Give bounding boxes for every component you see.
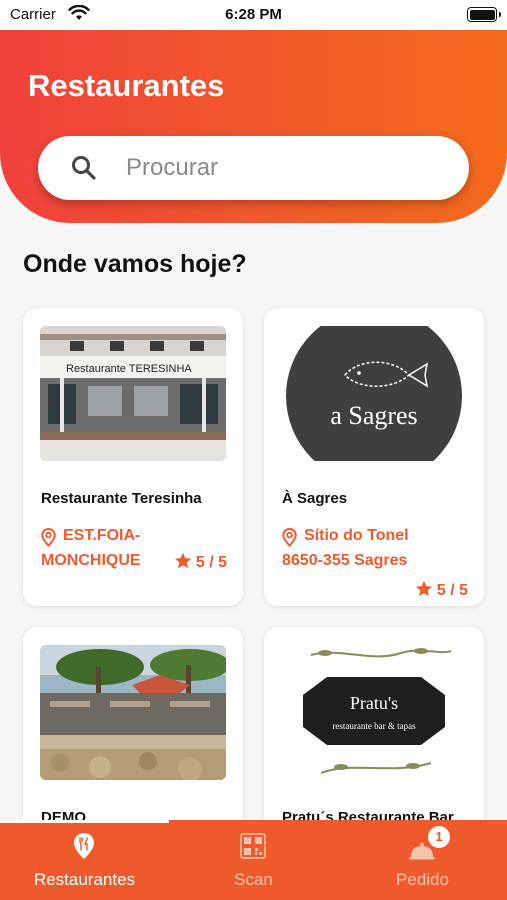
status-bar: Carrier 6:28 PM: [0, 0, 507, 30]
clock: 6:28 PM: [225, 6, 282, 23]
address-line-2: MONCHIQUE: [41, 552, 141, 569]
restaurant-card[interactable]: a Sagres À Sagres Sítio do Tonel 8650-35…: [264, 308, 484, 606]
tab-label: Scan: [234, 870, 273, 889]
tab-restaurantes[interactable]: Restaurantes: [0, 820, 169, 900]
rating: 5 / 5: [415, 580, 468, 600]
restaurant-logo: Pratu's restaurante bar & tapas: [281, 645, 467, 780]
page-title: Restaurantes: [28, 68, 225, 103]
tab-bar: Restaurantes Scan 1 Pedido: [0, 820, 507, 900]
tab-label: Pedido: [396, 870, 449, 889]
restaurant-image: Restaurante TERESINHA: [40, 326, 226, 461]
restaurant-card[interactable]: Restaurante TERESINHA Restaurante Teresi…: [23, 308, 243, 606]
section-title: Onde vamos hoje?: [23, 250, 247, 278]
search-input[interactable]: [126, 148, 446, 188]
restaurant-sign-text: Restaurante TERESINHA: [66, 363, 192, 375]
order-count-badge: 1: [428, 826, 450, 848]
qr-code-icon: [240, 833, 266, 859]
rating: 5 / 5: [174, 552, 227, 572]
rating-value: 5 / 5: [195, 554, 227, 571]
address-line-1: Sítio do Tonel: [304, 527, 409, 544]
address-line-1: EST.FOIA-: [63, 527, 141, 544]
tab-pedido[interactable]: 1 Pedido: [338, 820, 507, 900]
star-icon: [415, 580, 432, 597]
tab-scan[interactable]: Scan: [169, 820, 338, 900]
star-icon: [174, 552, 191, 569]
battery-icon: [467, 7, 501, 22]
search-bar[interactable]: [38, 136, 469, 200]
address-line-2: 8650-355 Sagres: [282, 552, 408, 569]
logo-text: a Sagres: [330, 401, 417, 430]
restaurant-pin-icon: [74, 833, 94, 859]
tab-label: Restaurantes: [33, 870, 136, 889]
search-icon: [72, 156, 96, 180]
header: Restaurantes: [0, 30, 507, 223]
restaurant-name: À Sagres: [282, 490, 348, 507]
restaurant-name: Restaurante Teresinha: [41, 490, 202, 507]
logo-title: Pratu's: [350, 693, 398, 713]
restaurant-image: [40, 645, 226, 780]
location-pin-icon: [282, 528, 297, 547]
location-pin-icon: [41, 528, 56, 547]
restaurant-logo: a Sagres: [281, 326, 467, 461]
rating-value: 5 / 5: [436, 582, 468, 599]
logo-subtitle: restaurante bar & tapas: [332, 721, 416, 731]
